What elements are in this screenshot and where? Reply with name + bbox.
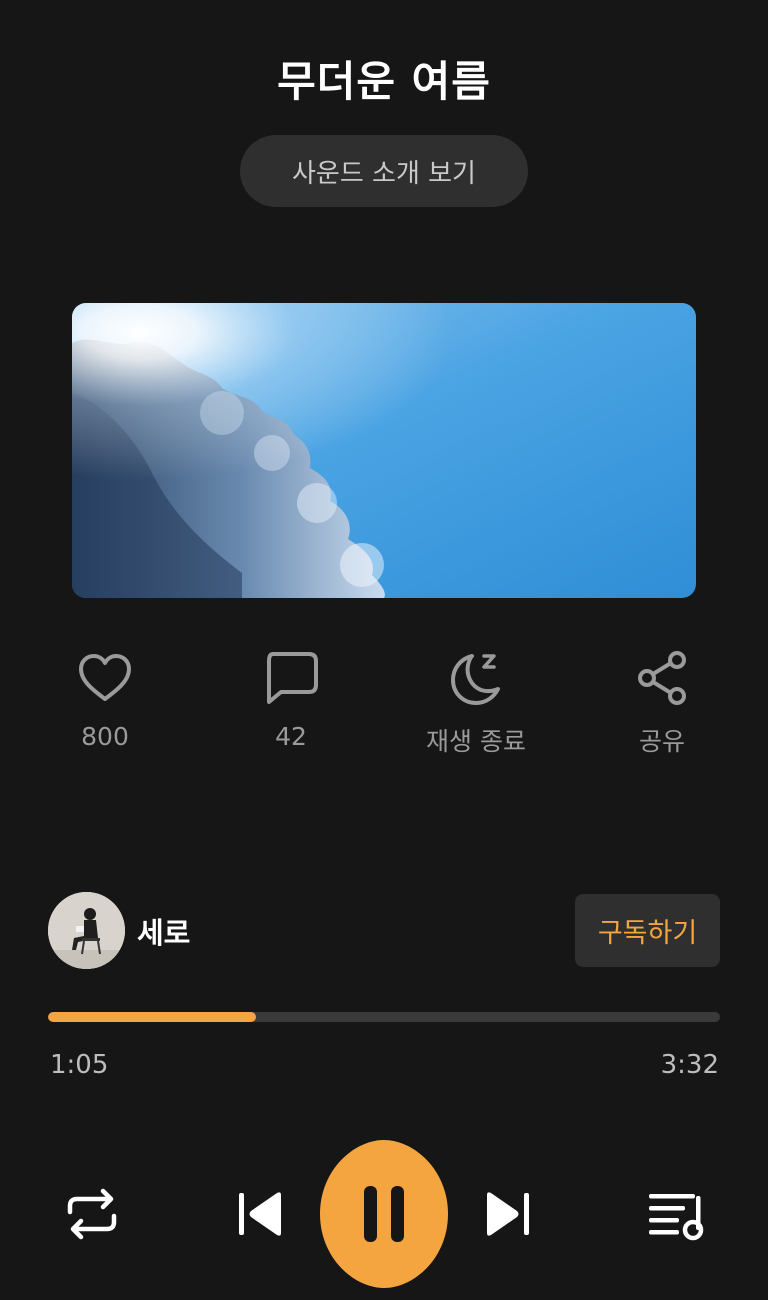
subscribe-button[interactable]: 구독하기 (575, 894, 720, 967)
sound-title: 무더운 여름 (277, 57, 491, 106)
pause-icon (320, 1140, 448, 1288)
skip-next-icon (487, 1192, 529, 1236)
share-icon (632, 648, 692, 708)
share-button[interactable]: 공유 (582, 648, 742, 758)
total-time: 3:32 (660, 1050, 719, 1080)
cover-image (72, 303, 696, 598)
share-label: 공유 (638, 727, 685, 756)
skip-previous-icon (239, 1192, 281, 1236)
repeat-button[interactable] (60, 1182, 124, 1246)
sound-intro-button[interactable]: 사운드 소개 보기 (240, 135, 528, 207)
progress-bar[interactable] (48, 1012, 720, 1022)
playlist-button[interactable] (644, 1184, 708, 1244)
progress-fill (48, 1012, 256, 1022)
artist-name[interactable]: 세로 (137, 910, 190, 952)
avatar[interactable] (48, 892, 125, 969)
speech-bubble-icon (261, 648, 321, 708)
current-time: 1:05 (50, 1050, 109, 1080)
artist-info[interactable]: 세로 (48, 892, 190, 969)
next-button[interactable] (480, 1184, 536, 1244)
comment-button[interactable]: 42 (211, 648, 371, 751)
heart-icon (75, 648, 135, 708)
like-count: 800 (81, 722, 129, 751)
pause-button[interactable] (320, 1140, 448, 1288)
playlist-icon (649, 1194, 704, 1241)
previous-button[interactable] (232, 1184, 288, 1244)
comment-count: 42 (275, 722, 307, 751)
moon-zzz-icon (446, 648, 506, 708)
repeat-icon (67, 1188, 117, 1240)
sleep-timer-button[interactable]: 재생 종료 (396, 648, 556, 758)
like-button[interactable]: 800 (25, 648, 185, 751)
sleep-timer-label: 재생 종료 (426, 727, 526, 756)
